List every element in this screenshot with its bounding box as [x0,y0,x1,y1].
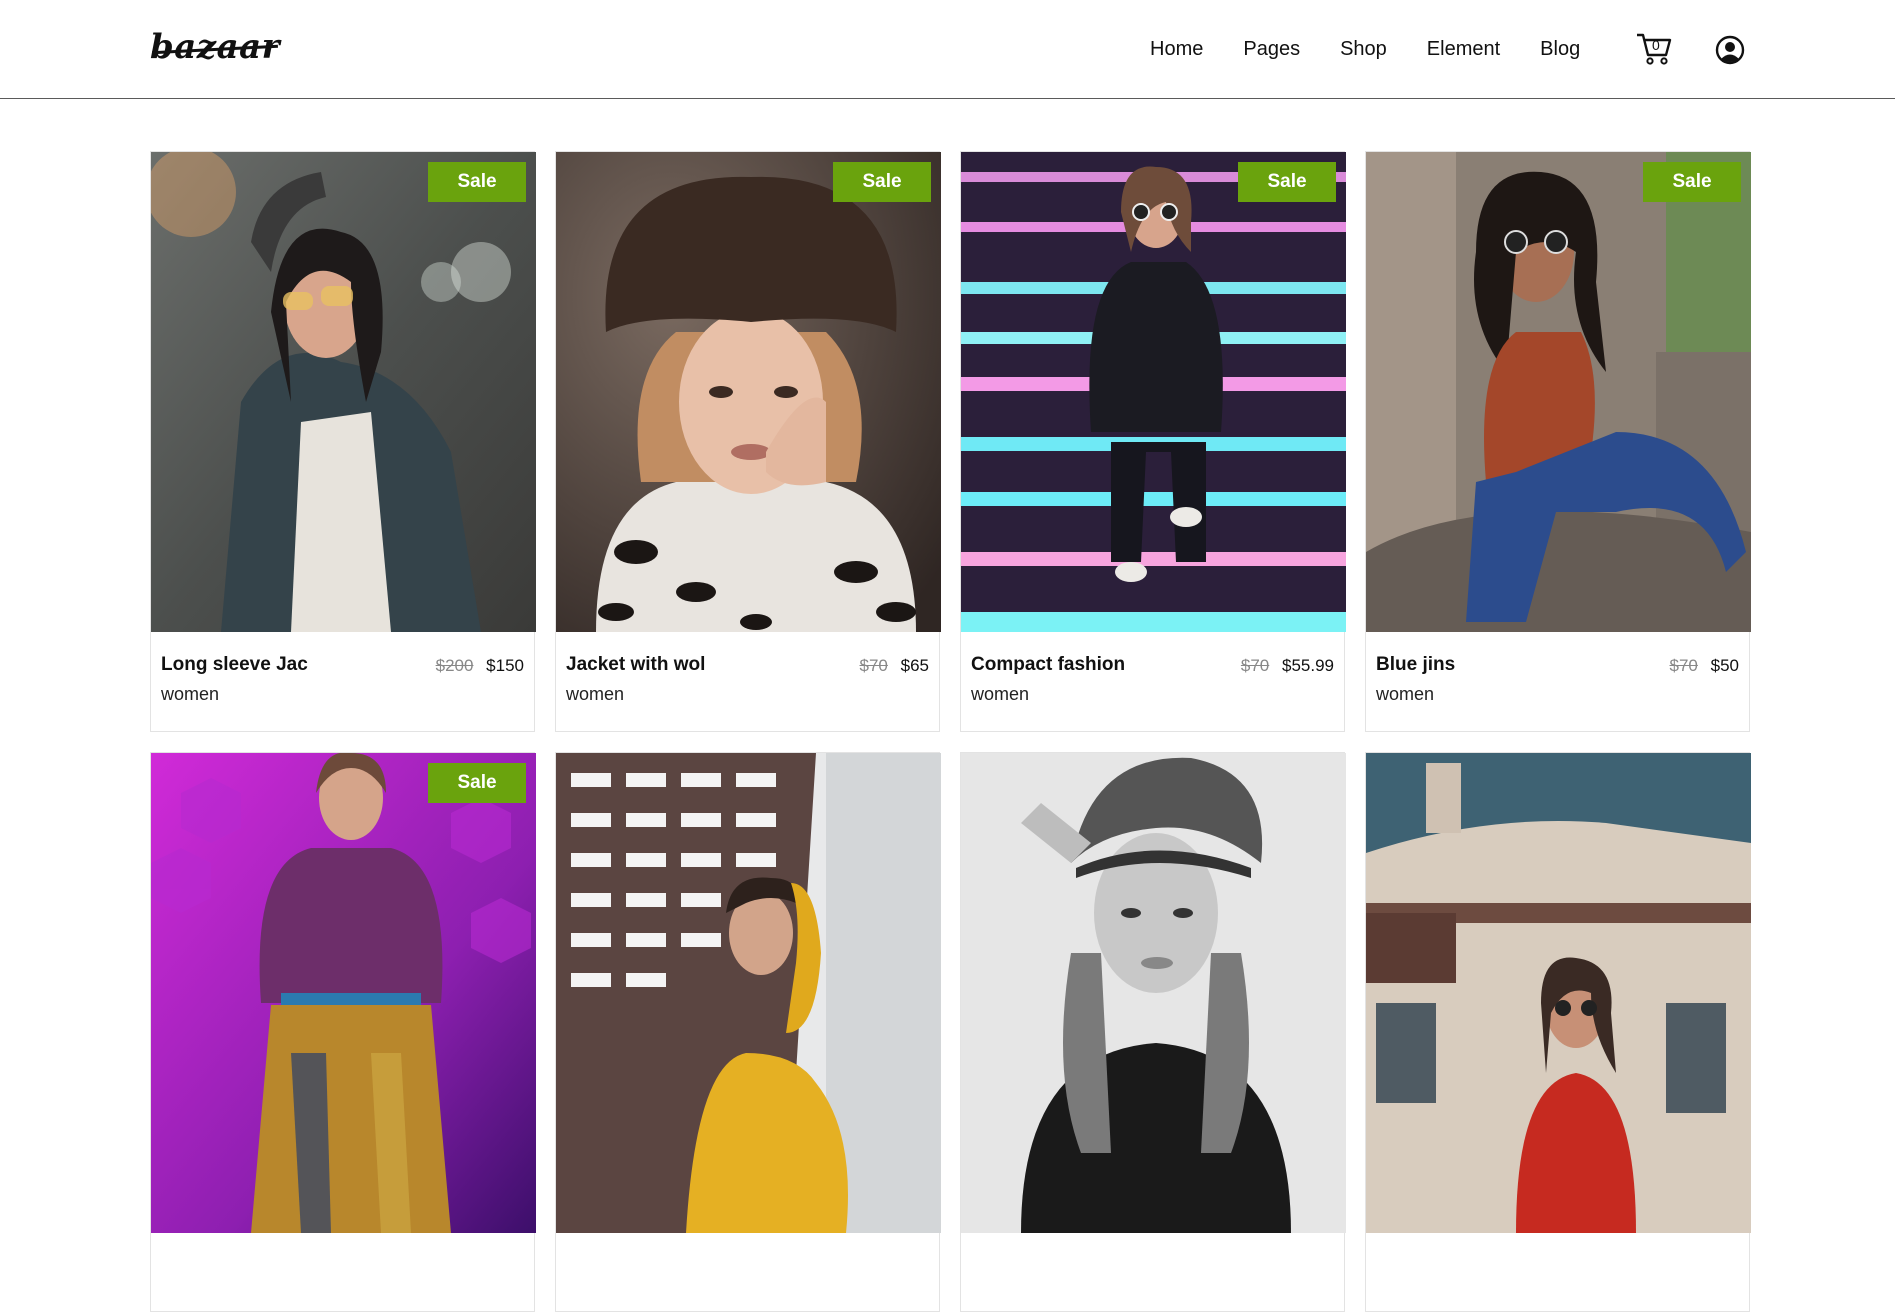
sale-badge: Sale [428,162,526,202]
product-image[interactable]: Sale [1366,152,1751,632]
product-card[interactable]: Sale [150,752,536,1312]
product-card[interactable] [960,752,1346,1312]
product-image[interactable] [961,753,1346,1233]
product-category: women [161,684,220,704]
old-price: $200 [435,656,474,675]
product-grid: Sale Long sleeve Jac women $200 $150 Sal… [150,151,1751,1312]
product-card[interactable]: Sale Long sleeve Jac women $200 $150 [150,151,536,732]
product-card[interactable] [555,752,941,1312]
nav-pages[interactable]: Pages [1243,38,1300,61]
product-category: women [566,684,625,704]
main-nav: Home Pages Shop Element Blog [1150,0,1620,99]
old-price: $70 [1669,656,1698,675]
nav-shop[interactable]: Shop [1340,38,1387,61]
nav-element[interactable]: Element [1427,38,1500,61]
product-image[interactable] [1366,753,1751,1233]
product-image[interactable]: Sale [151,152,536,632]
product-card[interactable]: Sale Jacket with wol women $70 $65 [555,151,941,732]
product-category: women [971,684,1030,704]
user-icon[interactable] [1715,35,1745,65]
price: $55.99 [1282,656,1334,675]
sale-badge: Sale [428,763,526,803]
logo[interactable]: bazaar [150,27,280,67]
price: $50 [1710,656,1739,675]
cart-icon[interactable]: 0 [1635,31,1673,67]
nav-blog[interactable]: Blog [1540,38,1580,61]
product-card[interactable]: Sale Blue jins women $70 $50 [1365,151,1751,732]
price: $65 [900,656,929,675]
product-image[interactable]: Sale [961,152,1346,632]
price: $150 [486,656,524,675]
product-image[interactable]: Sale [556,152,941,632]
sale-badge: Sale [1238,162,1336,202]
site-header: bazaar Home Pages Shop Element Blog 0 [0,0,1895,99]
sale-badge: Sale [833,162,931,202]
product-image[interactable]: Sale [151,753,536,1233]
old-price: $70 [859,656,888,675]
product-image[interactable] [556,753,941,1233]
old-price: $70 [1240,656,1270,675]
product-category: women [1376,684,1435,704]
cart-count: 0 [1652,37,1660,53]
product-card[interactable] [1365,752,1751,1312]
product-card[interactable]: Sale Compact fashion women $70 $55.99 [960,151,1346,732]
nav-home[interactable]: Home [1150,38,1203,61]
sale-badge: Sale [1643,162,1741,202]
